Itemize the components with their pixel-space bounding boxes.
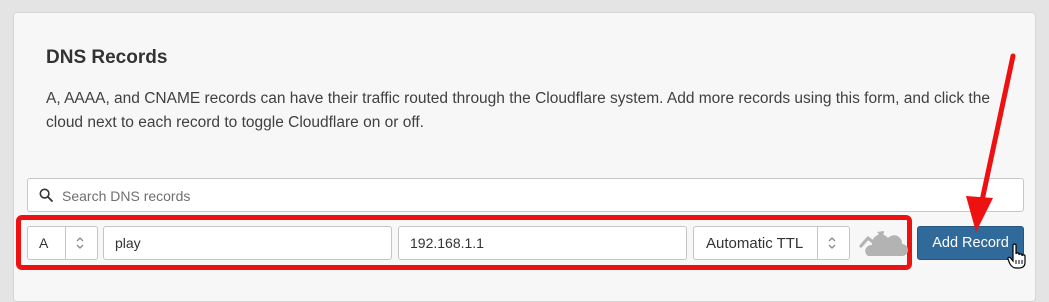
- search-bar[interactable]: [27, 178, 1024, 213]
- record-type-select[interactable]: A: [27, 226, 98, 260]
- record-name-input[interactable]: play: [103, 226, 392, 260]
- select-updown-icon: [828, 237, 836, 249]
- panel-description: A, AAAA, and CNAME records can have thei…: [46, 90, 990, 131]
- select-updown-icon: [76, 237, 84, 249]
- select-divider: [817, 227, 818, 259]
- ttl-value: Automatic TTL: [706, 235, 804, 252]
- panel-title: DNS Records: [46, 47, 168, 68]
- ttl-select[interactable]: Automatic TTL: [693, 226, 850, 260]
- record-content-value: 192.168.1.1: [410, 235, 484, 251]
- hand-cursor-icon: [1007, 243, 1026, 269]
- search-input[interactable]: [60, 179, 1004, 213]
- record-content-input[interactable]: 192.168.1.1: [398, 226, 687, 260]
- select-divider: [65, 227, 66, 259]
- cloud-proxy-toggle-icon[interactable]: [858, 226, 908, 260]
- record-type-value: A: [39, 235, 49, 251]
- record-name-value: play: [115, 235, 141, 251]
- search-icon: [39, 188, 53, 202]
